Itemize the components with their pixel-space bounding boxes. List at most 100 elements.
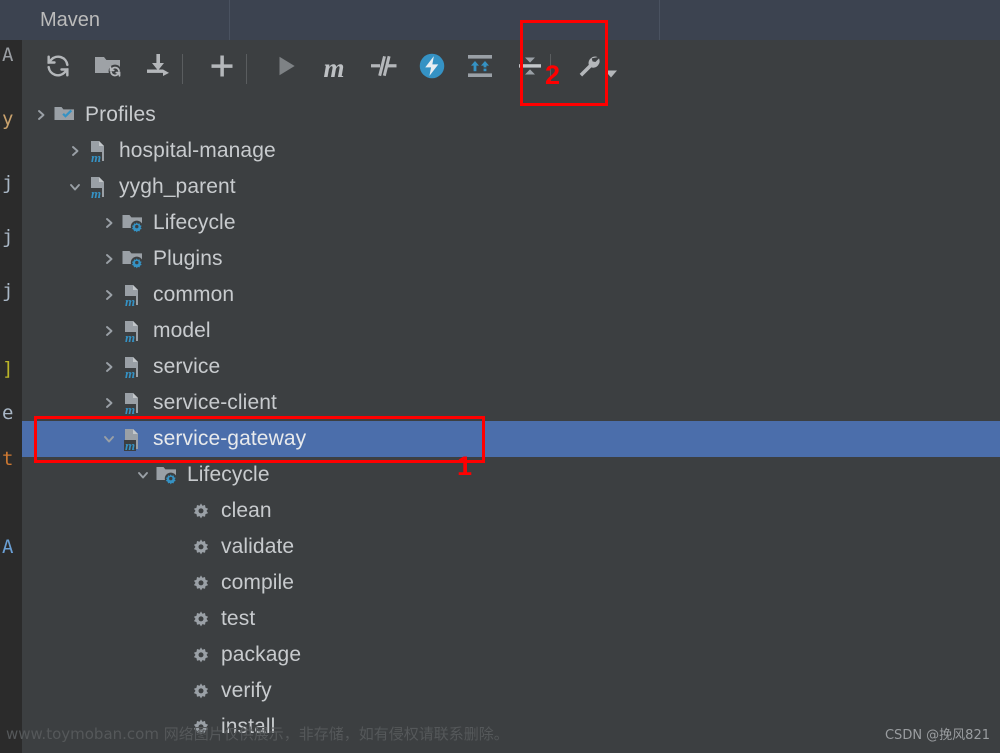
tree-row-label: verify xyxy=(221,679,272,702)
editor-sliver-char: e xyxy=(2,402,14,424)
plus-icon xyxy=(208,52,236,85)
editor-sliver-char: A xyxy=(2,44,14,66)
tree-row-lifecycle[interactable]: Lifecycle xyxy=(22,205,1000,241)
tree-row-label: hospital-manage xyxy=(119,139,276,162)
tree-row-label: test xyxy=(221,607,256,630)
chevron-right-icon[interactable] xyxy=(98,396,120,410)
collapse-all-button[interactable] xyxy=(510,48,550,88)
wrench-icon xyxy=(575,52,603,85)
tree-row-label: service-client xyxy=(153,391,277,414)
chevron-right-icon[interactable] xyxy=(30,108,52,122)
toolbar-separator xyxy=(182,54,183,84)
watermark-right: CSDN @挽风821 xyxy=(884,728,990,743)
svg-text:m: m xyxy=(125,438,135,451)
gear-icon xyxy=(188,535,214,559)
expand-all-icon xyxy=(465,53,495,84)
tree-row-validate[interactable]: validate xyxy=(22,529,1000,565)
chevron-right-icon[interactable] xyxy=(98,252,120,266)
chevron-down-icon[interactable] xyxy=(132,468,154,482)
tree-row-yygh-parent[interactable]: m yygh_parent xyxy=(22,169,1000,205)
tree-row-verify[interactable]: verify xyxy=(22,673,1000,709)
chevron-right-icon[interactable] xyxy=(64,144,86,158)
editor-sliver-char: t xyxy=(2,448,14,470)
execute-maven-goal-button[interactable]: m xyxy=(314,48,354,88)
tab-maven-label: Maven xyxy=(40,8,101,31)
expand-all-button[interactable] xyxy=(460,48,500,88)
tree-row-service-client[interactable]: m service-client xyxy=(22,385,1000,421)
gear-icon xyxy=(188,571,214,595)
maven-projects-tree[interactable]: Profiles m hospital-manage m yygh_parent Life… xyxy=(22,97,1000,753)
tree-row-label: yygh_parent xyxy=(119,175,236,198)
run-maven-build-button[interactable] xyxy=(266,48,306,88)
tree-row-label: validate xyxy=(221,535,295,558)
tree-row-package[interactable]: package xyxy=(22,637,1000,673)
download-icon xyxy=(143,52,173,85)
folder-gear-icon xyxy=(120,247,146,271)
folder-gear-icon xyxy=(154,463,180,487)
tree-row-service-gateway[interactable]: m service-gateway xyxy=(22,421,1000,457)
tree-row-label: Profiles xyxy=(85,103,156,126)
tree-row-label: clean xyxy=(221,499,272,522)
folder-check-icon xyxy=(52,103,78,127)
refresh-icon xyxy=(44,52,72,85)
editor-sliver-char: y xyxy=(2,108,14,130)
toggle-offline-mode-button[interactable] xyxy=(412,48,452,88)
run-icon xyxy=(273,53,299,84)
tree-row-hospital-manage[interactable]: m hospital-manage xyxy=(22,133,1000,169)
tree-row-model[interactable]: m model xyxy=(22,313,1000,349)
editor-sliver-char: ] xyxy=(2,358,14,380)
chevron-right-icon[interactable] xyxy=(98,288,120,302)
editor-sliver-char: j xyxy=(2,280,14,302)
tree-row-clean[interactable]: clean xyxy=(22,493,1000,529)
chevron-right-icon[interactable] xyxy=(98,360,120,374)
gear-icon xyxy=(188,607,214,631)
editor-tab-sliver xyxy=(0,0,22,41)
add-maven-project-button[interactable] xyxy=(202,48,242,88)
tree-row-service[interactable]: m service xyxy=(22,349,1000,385)
tree-row-label: compile xyxy=(221,571,295,594)
svg-text:m: m xyxy=(125,294,135,307)
maven-module-icon: m xyxy=(86,175,112,199)
tree-row-label: service-gateway xyxy=(153,427,307,450)
svg-text:m: m xyxy=(125,330,135,343)
tree-row-label: Lifecycle xyxy=(153,211,236,234)
download-sources-button[interactable] xyxy=(138,48,178,88)
tree-row-label: Lifecycle xyxy=(187,463,270,486)
tree-row-compile[interactable]: compile xyxy=(22,565,1000,601)
maven-settings-button[interactable] xyxy=(568,48,624,88)
tree-row-common[interactable]: m common xyxy=(22,277,1000,313)
collapse-all-icon xyxy=(516,53,544,84)
generate-sources-button[interactable] xyxy=(88,48,128,88)
editor-sliver-char: A xyxy=(2,536,14,558)
chevron-down-icon[interactable] xyxy=(98,432,120,446)
maven-module-icon: m xyxy=(120,391,146,415)
tree-row-lifecycle[interactable]: Lifecycle xyxy=(22,457,1000,493)
folder-refresh-icon xyxy=(93,52,123,85)
svg-text:m: m xyxy=(91,150,101,163)
tree-row-label: package xyxy=(221,643,302,666)
gear-icon xyxy=(188,643,214,667)
folder-gear-icon xyxy=(120,211,146,235)
tree-row-profiles[interactable]: Profiles xyxy=(22,97,1000,133)
gear-icon xyxy=(188,679,214,703)
tree-row-label: common xyxy=(153,283,235,306)
chevron-right-icon[interactable] xyxy=(98,216,120,230)
tree-row-plugins[interactable]: Plugins xyxy=(22,241,1000,277)
annotation-number-2: 2 xyxy=(545,60,561,90)
tabstrip-divider xyxy=(659,0,660,40)
tab-maven[interactable]: Maven xyxy=(22,0,230,40)
chevron-right-icon[interactable] xyxy=(98,324,120,338)
maven-module-icon: m xyxy=(120,355,146,379)
maven-tool-window: Ay j j j] e t A Maven m Profiles m hospi… xyxy=(0,0,1000,753)
tree-row-label: Plugins xyxy=(153,247,223,270)
maven-module-icon: m xyxy=(86,139,112,163)
annotation-number-1: 1 xyxy=(457,451,473,481)
reload-all-maven-projects-button[interactable] xyxy=(38,48,78,88)
gear-icon xyxy=(188,499,214,523)
chevron-down-icon[interactable] xyxy=(64,180,86,194)
toggle-skip-tests-button[interactable] xyxy=(364,48,404,88)
tree-row-test[interactable]: test xyxy=(22,601,1000,637)
m-icon: m xyxy=(323,52,345,83)
svg-text:m: m xyxy=(91,186,101,199)
toolbar-separator xyxy=(246,54,247,84)
